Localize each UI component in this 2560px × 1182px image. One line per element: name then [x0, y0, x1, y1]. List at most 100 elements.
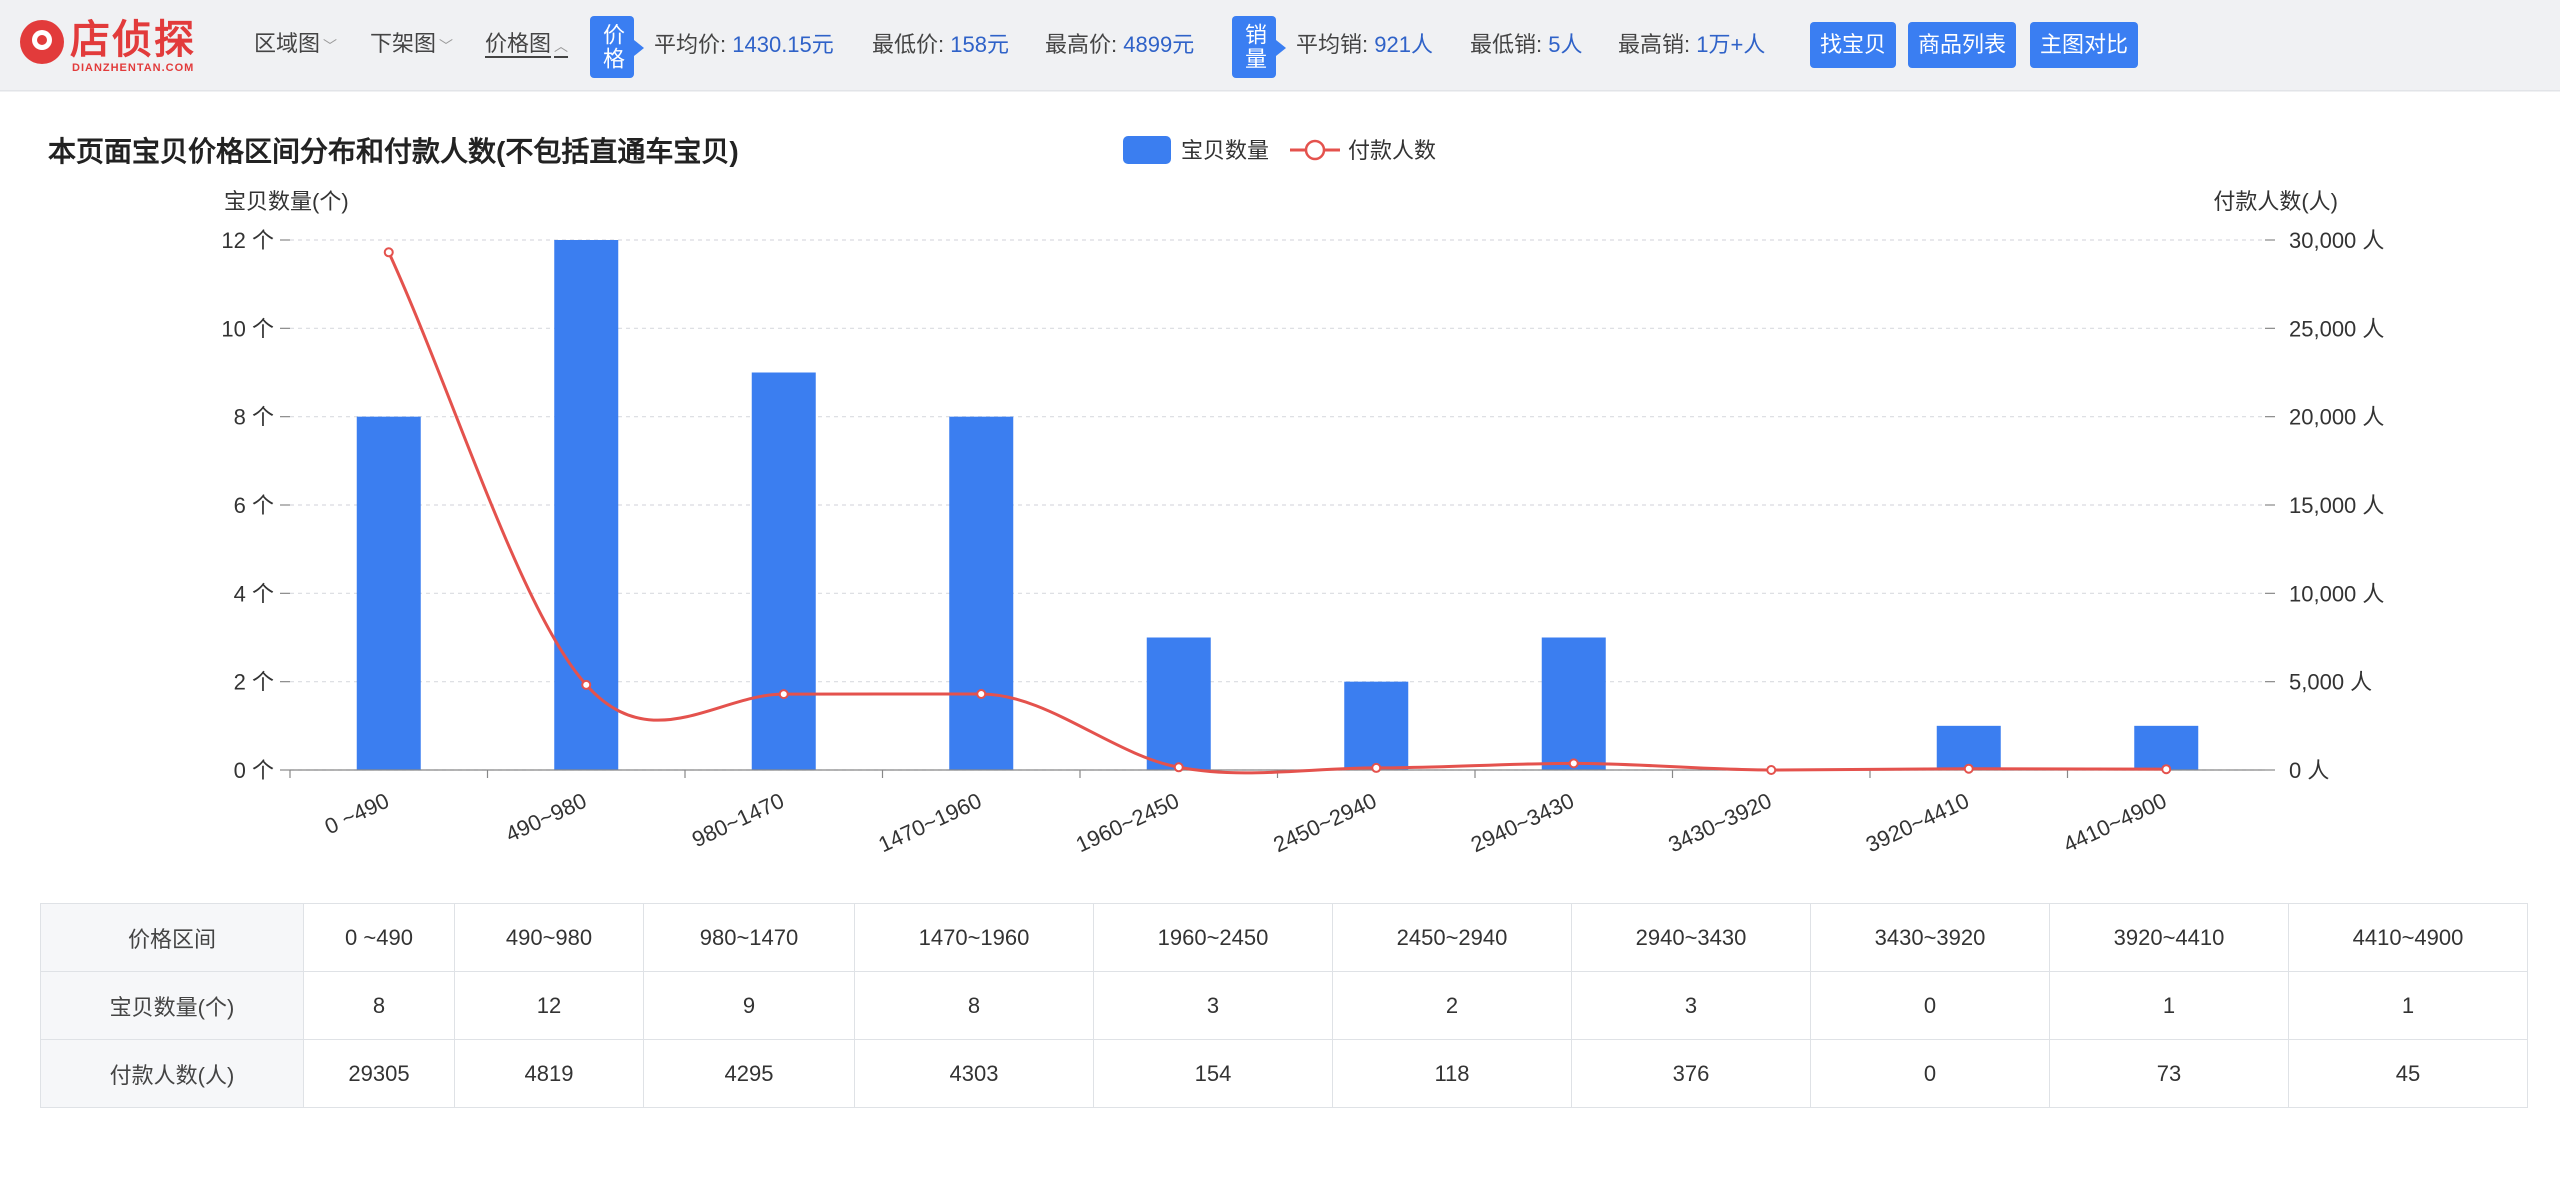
payers-line: [387, 251, 2167, 775]
table-cell: 980~1470: [643, 903, 855, 972]
payers-point-5: [1173, 762, 1184, 773]
bar-1: [356, 416, 421, 770]
top-toolbar: 店侦探 DIANZHENTAN.COM 区域图 ﹀ 下架图 ﹀ 价格图 ︿ 价格 平均…: [0, 0, 2560, 91]
table-cell: 376: [1571, 1039, 1811, 1108]
table-cell: 8: [854, 971, 1094, 1040]
table-cell: 3: [1093, 971, 1333, 1040]
bar-10: [2134, 725, 2199, 770]
row-header: 宝贝数量(个): [40, 971, 304, 1040]
min-price: 最低价: 158元: [872, 32, 1009, 57]
left-axis-tick-label: 6 个: [234, 493, 274, 518]
price-tag: 价格: [590, 16, 644, 78]
item-list-button[interactable]: 商品列表: [1908, 22, 2017, 68]
legend-bar-swatch: [1123, 136, 1171, 164]
legend-line-marker: [1304, 139, 1326, 161]
row-header: 付款人数(人): [40, 1039, 304, 1108]
brand-domain: DIANZHENTAN.COM: [72, 62, 195, 74]
bar-2: [554, 240, 619, 770]
payers-row: 付款人数(人) 29305 4819 4295 4303 154 118 376 0 73 45: [40, 1039, 2528, 1108]
x-axis-tick-label: 4410~4900: [2059, 788, 2170, 857]
x-axis-tick-label: 1960~2450: [1072, 788, 1183, 857]
bar-5: [1146, 637, 1211, 770]
price-range-table: 价格区间 0 ~490 490~980 980~1470 1470~1960 1960~2…: [40, 903, 2528, 1108]
legend-line-label: 付款人数: [1348, 138, 1436, 163]
right-axis-tick-label: 25,000 人: [2289, 316, 2384, 341]
table-cell: 3920~4410: [2049, 903, 2289, 972]
bar-3: [751, 372, 816, 770]
table-cell: 154: [1093, 1039, 1333, 1108]
right-axis-tick-label: 20,000 人: [2289, 405, 2384, 430]
range-row: 价格区间 0 ~490 490~980 980~1470 1470~1960 1960~2…: [40, 903, 2528, 972]
x-axis-tick-label: 980~1470: [688, 788, 788, 852]
right-axis-tick-label: 15,000 人: [2289, 493, 2384, 518]
payers-point-10: [2161, 764, 2172, 775]
table-cell: 0: [1810, 971, 2050, 1040]
table-cell: 0: [1810, 1039, 2050, 1108]
left-axis-tick-label: 0 个: [234, 758, 274, 783]
chevron-up-icon: ︿: [554, 38, 569, 54]
table-cell: 1: [2049, 971, 2289, 1040]
left-axis-tick-label: 12 个: [221, 228, 274, 253]
table-cell: 0 ~490: [303, 903, 455, 972]
nav-label: 价格图: [485, 31, 552, 56]
table-cell: 2940~3430: [1571, 903, 1811, 972]
table-cell: 2450~2940: [1332, 903, 1572, 972]
table-cell: 490~980: [454, 903, 644, 972]
table-cell: 1470~1960: [854, 903, 1094, 972]
main-image-compare-button[interactable]: 主图对比: [2030, 22, 2139, 68]
nav-delist-chart[interactable]: 下架图 ﹀: [370, 28, 453, 62]
legend-bar-label: 宝贝数量: [1181, 138, 1269, 163]
nav-price-chart[interactable]: 价格图 ︿: [485, 28, 568, 62]
table-cell: 2: [1332, 971, 1572, 1040]
right-axis-tick-label: 0 人: [2289, 758, 2329, 783]
x-axis-tick-label: 0 ~490: [321, 788, 393, 839]
brand-logo[interactable]: 店侦探 DIANZHENTAN.COM: [20, 18, 225, 74]
bar-9: [1936, 725, 2001, 770]
table-cell: 8: [303, 971, 455, 1040]
bar-6: [1344, 681, 1409, 770]
payers-point-7: [1568, 758, 1579, 769]
x-axis-tick-label: 3920~4410: [1862, 788, 1973, 857]
payers-point-4: [976, 688, 987, 699]
payers-point-6: [1371, 762, 1382, 773]
x-axis-tick-label: 2940~3430: [1467, 788, 1578, 857]
magnifier-logo-icon: [20, 20, 64, 64]
payers-point-3: [778, 689, 789, 700]
bar-4: [949, 416, 1014, 770]
nav-region-chart[interactable]: 区域图 ﹀: [254, 28, 337, 62]
sales-tag: 销量: [1232, 16, 1286, 78]
table-cell: 4303: [854, 1039, 1094, 1108]
table-cell: 12: [454, 971, 644, 1040]
row-header: 价格区间: [40, 903, 304, 972]
x-axis-tick-label: 3430~3920: [1664, 788, 1775, 857]
chart-panel: 本页面宝贝价格区间分布和付款人数(不包括直通车宝贝) 0 个2 个4 个6 个8…: [0, 92, 2560, 1182]
left-axis-tick-label: 2 个: [234, 670, 274, 695]
left-axis-label: 宝贝数量(个): [224, 189, 349, 214]
chevron-down-icon: ﹀: [439, 38, 454, 54]
table-cell: 9: [643, 971, 855, 1040]
table-cell: 29305: [303, 1039, 455, 1108]
table-cell: 3: [1571, 971, 1811, 1040]
brand-name: 店侦探: [70, 18, 196, 62]
count-row: 宝贝数量(个) 8 12 9 8 3 2 3 0 1 1: [40, 971, 2528, 1040]
table-cell: 45: [2288, 1039, 2528, 1108]
table-cell: 4410~4900: [2288, 903, 2528, 972]
avg-sales: 平均销: 921人: [1296, 32, 1433, 57]
right-axis-tick-label: 30,000 人: [2289, 228, 2384, 253]
left-axis-tick-label: 4 个: [234, 581, 274, 606]
left-axis-tick-label: 10 个: [221, 316, 274, 341]
x-axis-tick-label: 490~980: [502, 788, 591, 847]
chevron-down-icon: ﹀: [323, 38, 338, 54]
left-axis-tick-label: 8 个: [234, 405, 274, 430]
right-axis-label: 付款人数(人): [2213, 189, 2338, 214]
payers-point-8: [1766, 765, 1777, 775]
nav-label: 区域图: [254, 31, 321, 56]
avg-price: 平均价: 1430.15元: [654, 32, 834, 57]
bar-7: [1541, 637, 1606, 770]
x-axis-tick-label: 2450~2940: [1269, 788, 1380, 857]
table-cell: 4295: [643, 1039, 855, 1108]
right-axis-tick-label: 5,000 人: [2289, 670, 2372, 695]
find-item-button[interactable]: 找宝贝: [1810, 22, 1897, 68]
table-cell: 3430~3920: [1810, 903, 2050, 972]
right-axis-tick-label: 10,000 人: [2289, 581, 2384, 606]
